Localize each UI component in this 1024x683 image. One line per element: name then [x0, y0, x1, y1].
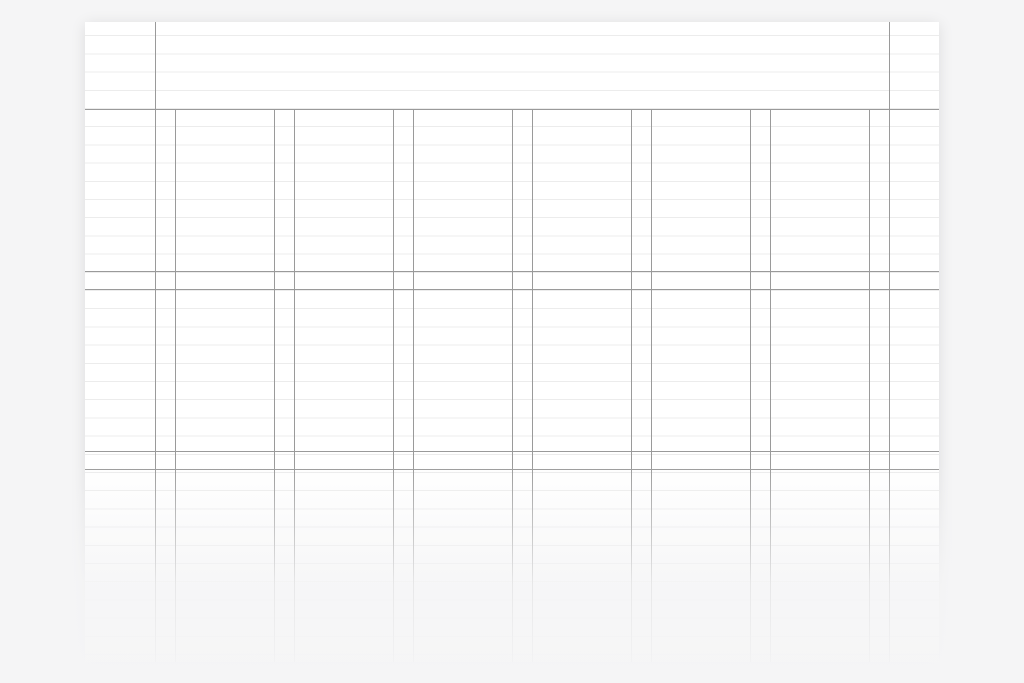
- ruled-lines: [85, 22, 939, 662]
- title-band: [160, 30, 879, 102]
- canvas: [0, 0, 1024, 683]
- paper-sheet: [85, 22, 939, 662]
